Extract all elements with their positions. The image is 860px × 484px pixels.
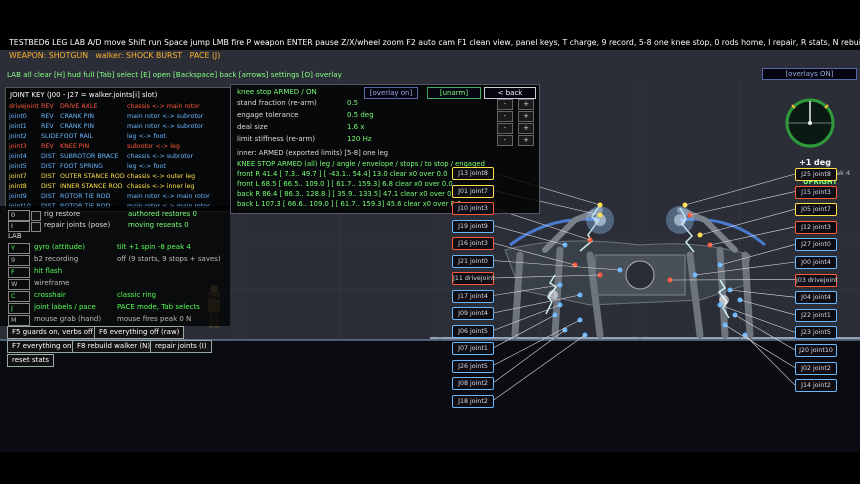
joint-label[interactable]: J17 joint4 [452, 289, 494, 303]
hotkey-badge[interactable]: Y [8, 243, 30, 254]
increase-button[interactable]: + [518, 99, 534, 110]
hotkey-badge[interactable]: 0 [8, 210, 30, 221]
lab-item-label: b2 recording [34, 255, 79, 263]
lab-section-heading: LAB [8, 232, 22, 240]
setting-label: deal size [237, 123, 268, 131]
setting-label: engage tolerance [237, 111, 299, 119]
joint-label[interactable]: J26 joint5 [452, 359, 494, 373]
joint-label[interactable]: J06 joint5 [452, 324, 494, 338]
knee-stop-row: back L 107.3 [ 66.6.. 109.0 ] [ 61.7.. 1… [237, 200, 462, 208]
rebuild-walker-button[interactable]: F8 rebuild walker (N) [72, 340, 156, 353]
hotkey-badge[interactable]: I [8, 221, 30, 232]
hotkey-badge[interactable]: M [8, 315, 30, 326]
lab-item-value: tilt +1 spin -8 peak 4 [117, 243, 191, 251]
setting-label: stand fraction (re-arm) [237, 99, 317, 107]
joint-label[interactable]: J18 joint2 [452, 394, 494, 408]
joint-label[interactable]: J02 joint2 [795, 361, 837, 375]
everything-off-button[interactable]: F6 everything off (raw) [94, 326, 185, 339]
back-button[interactable]: < back [484, 87, 536, 99]
increase-button[interactable]: + [518, 111, 534, 122]
reset-stats-button[interactable]: reset stats [7, 354, 55, 367]
joint-label[interactable]: J11 drivejoint [452, 272, 495, 285]
increase-button[interactable]: + [518, 123, 534, 134]
menu-item-value: moving reseats 0 [128, 221, 189, 229]
hotkey-badge[interactable]: F [8, 267, 30, 278]
joint-label[interactable]: J09 joint4 [452, 307, 494, 320]
menu-item-label: repair joints (pose) [44, 221, 111, 229]
hotkey-badge[interactable]: 9 [8, 255, 30, 266]
joint-label[interactable]: J10 joint3 [452, 202, 494, 215]
lab-item-label: joint labels / pace [34, 303, 96, 311]
gyro-reading: +1 deg [799, 158, 831, 167]
toggle-checkbox[interactable] [31, 211, 41, 221]
limits-line: inner: ARMED (exported limits) [5-8] one… [237, 149, 389, 157]
lab-item-value: mouse fires peak 0 N [117, 315, 192, 323]
hotkey-badge[interactable]: J [8, 303, 30, 314]
knee-stop-row: front L 68.5 [ 66.5.. 109.0 ] [ 61.7.. 1… [237, 180, 453, 188]
joint-label[interactable]: J12 joint3 [795, 220, 837, 234]
settings-title: knee stop ARMED / ON [237, 88, 317, 96]
joint-label[interactable]: J13 joint8 [452, 167, 494, 180]
setting-value: 0.5 deg [347, 111, 374, 119]
knee-table-header: KNEE STOP ARMED (all) leg / angle / enve… [237, 160, 485, 168]
weapon-label: WEAPON: SHOTGUN [9, 51, 89, 60]
lab-menu-panel: 0 rig restore authored restores 0 Irepair j… [0, 206, 230, 326]
overlays-toggle-button[interactable]: [overlays ON] [762, 68, 857, 80]
joint-label[interactable]: J03 drivejoint [795, 273, 838, 287]
controls-help-line: TESTBED6 LEG LAB A/D move Shift run Spac… [9, 38, 860, 47]
joint-label[interactable]: J21 joint0 [452, 254, 494, 268]
hotkey-badge[interactable]: W [8, 279, 30, 290]
joint-label[interactable]: J04 joint4 [795, 291, 837, 305]
repair-joints-button[interactable]: repair joints (I) [150, 340, 212, 353]
joint-label[interactable]: J16 joint3 [452, 237, 494, 250]
setting-value: 120 Hz [347, 135, 372, 143]
joint-label[interactable]: J22 joint1 [795, 308, 837, 322]
decrease-button[interactable]: - [497, 123, 513, 134]
lab-item-value: classic ring [117, 291, 157, 299]
setting-value: 1.6 x [347, 123, 365, 131]
joint-label[interactable]: J00 joint4 [795, 256, 837, 269]
decrease-button[interactable]: - [497, 135, 513, 146]
lab-item-value: off (9 starts, 9 stops + saves) [117, 255, 221, 263]
joint-label[interactable]: J20 joint10 [795, 344, 837, 357]
joint-key-panel: JOINT KEY (J00 - J27 = walker.joints[i] … [5, 87, 233, 212]
joint-label[interactable]: J19 joint9 [452, 219, 494, 233]
lab-item-value: PACE mode, Tab selects [117, 303, 200, 311]
joint-label[interactable]: J05 joint7 [795, 203, 837, 217]
pace-label: PACE (J) [189, 51, 221, 60]
toggle-checkbox[interactable] [31, 222, 41, 232]
joint-key-title: JOINT KEY (J00 - J27 = walker.joints[i] … [10, 91, 158, 99]
lab-item-label: wireframe [34, 279, 70, 287]
lab-item-label: mouse grab (hand) [34, 315, 102, 323]
joint-label[interactable]: J27 joint0 [795, 238, 837, 252]
menu-item-label: rig restore [44, 210, 81, 218]
joint-label[interactable]: J23 joint5 [795, 326, 837, 340]
joint-label[interactable]: J14 joint2 [795, 379, 837, 393]
decrease-button[interactable]: - [497, 111, 513, 122]
lab-item-label: gyro (attitude) [34, 243, 85, 251]
guards-on-verbs-off-button[interactable]: F5 guards on, verbs off [7, 326, 98, 339]
joint-label[interactable]: J08 joint2 [452, 377, 494, 390]
hotkey-badge[interactable]: C [8, 291, 30, 302]
walker-mode-label: walker: SHOCK BURST [95, 51, 183, 60]
joint-label[interactable]: J25 joint8 [795, 168, 837, 181]
weapon-status-line: WEAPON: SHOTGUN walker: SHOCK BURST PACE… [9, 51, 220, 60]
decrease-button[interactable]: - [497, 99, 513, 110]
knee-stop-row: front R 41.4 [ 7.3.. 49.7 ] [ -43.1.. 54… [237, 170, 448, 178]
overlay-on-button[interactable]: [overlay on] [364, 87, 418, 99]
setting-label: limit stiffness (re-arm) [237, 135, 315, 143]
lab-status-bar: LAB all clear [H] hud full [Tab] select … [7, 70, 342, 79]
joint-label[interactable]: J07 joint1 [452, 342, 494, 355]
unarm-button[interactable]: [unarm] [427, 87, 481, 99]
everything-on-button[interactable]: F7 everything on [7, 340, 77, 353]
menu-item-value: authored restores 0 [128, 210, 197, 218]
knee-stop-row: back R 86.4 [ 86.3.. 128.8 ] [ 35.9.. 13… [237, 190, 458, 198]
gyro-indicator [785, 98, 835, 148]
setting-value: 0.5 [347, 99, 359, 107]
joint-label[interactable]: J01 joint7 [452, 184, 494, 198]
joint-label[interactable]: J15 joint3 [795, 185, 837, 199]
increase-button[interactable]: + [518, 135, 534, 146]
lab-item-label: hit flash [34, 267, 63, 275]
lab-item-label: crosshair [34, 291, 66, 299]
